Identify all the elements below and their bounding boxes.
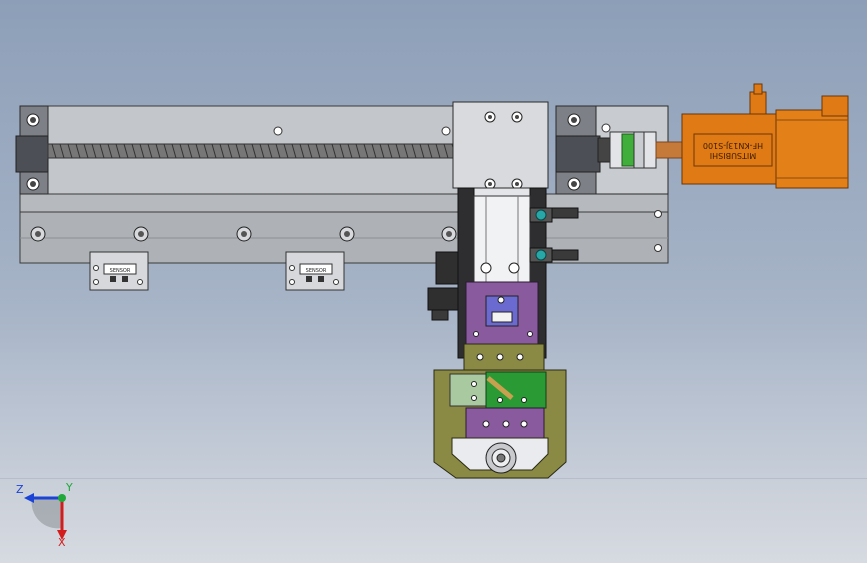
axis-x-label: X [58, 536, 66, 549]
coupling[interactable] [597, 131, 683, 169]
carriage[interactable] [452, 101, 549, 190]
sensor-left-label: SENSOR [110, 268, 131, 274]
axis-z-label: Z [16, 483, 24, 496]
purple-block[interactable] [465, 281, 539, 345]
motor-label-brand: MITSUBISHI [710, 151, 756, 160]
linear-module[interactable] [15, 105, 669, 264]
sensor-right-label: SENSOR [306, 268, 327, 274]
axis-y-label: Y [66, 481, 73, 494]
gripper-body[interactable] [433, 343, 567, 479]
cad-viewport[interactable]: SENSOR SENSOR MITSUBISHI HF-KN13J-S100 Z… [0, 0, 867, 563]
motor-label-model: HF-KN13J-S100 [703, 141, 763, 150]
orientation-triad[interactable]: Z Y X [10, 480, 80, 550]
cad-model[interactable]: SENSOR SENSOR MITSUBISHI HF-KN13J-S100 [0, 0, 867, 562]
servo-motor[interactable] [681, 83, 849, 189]
